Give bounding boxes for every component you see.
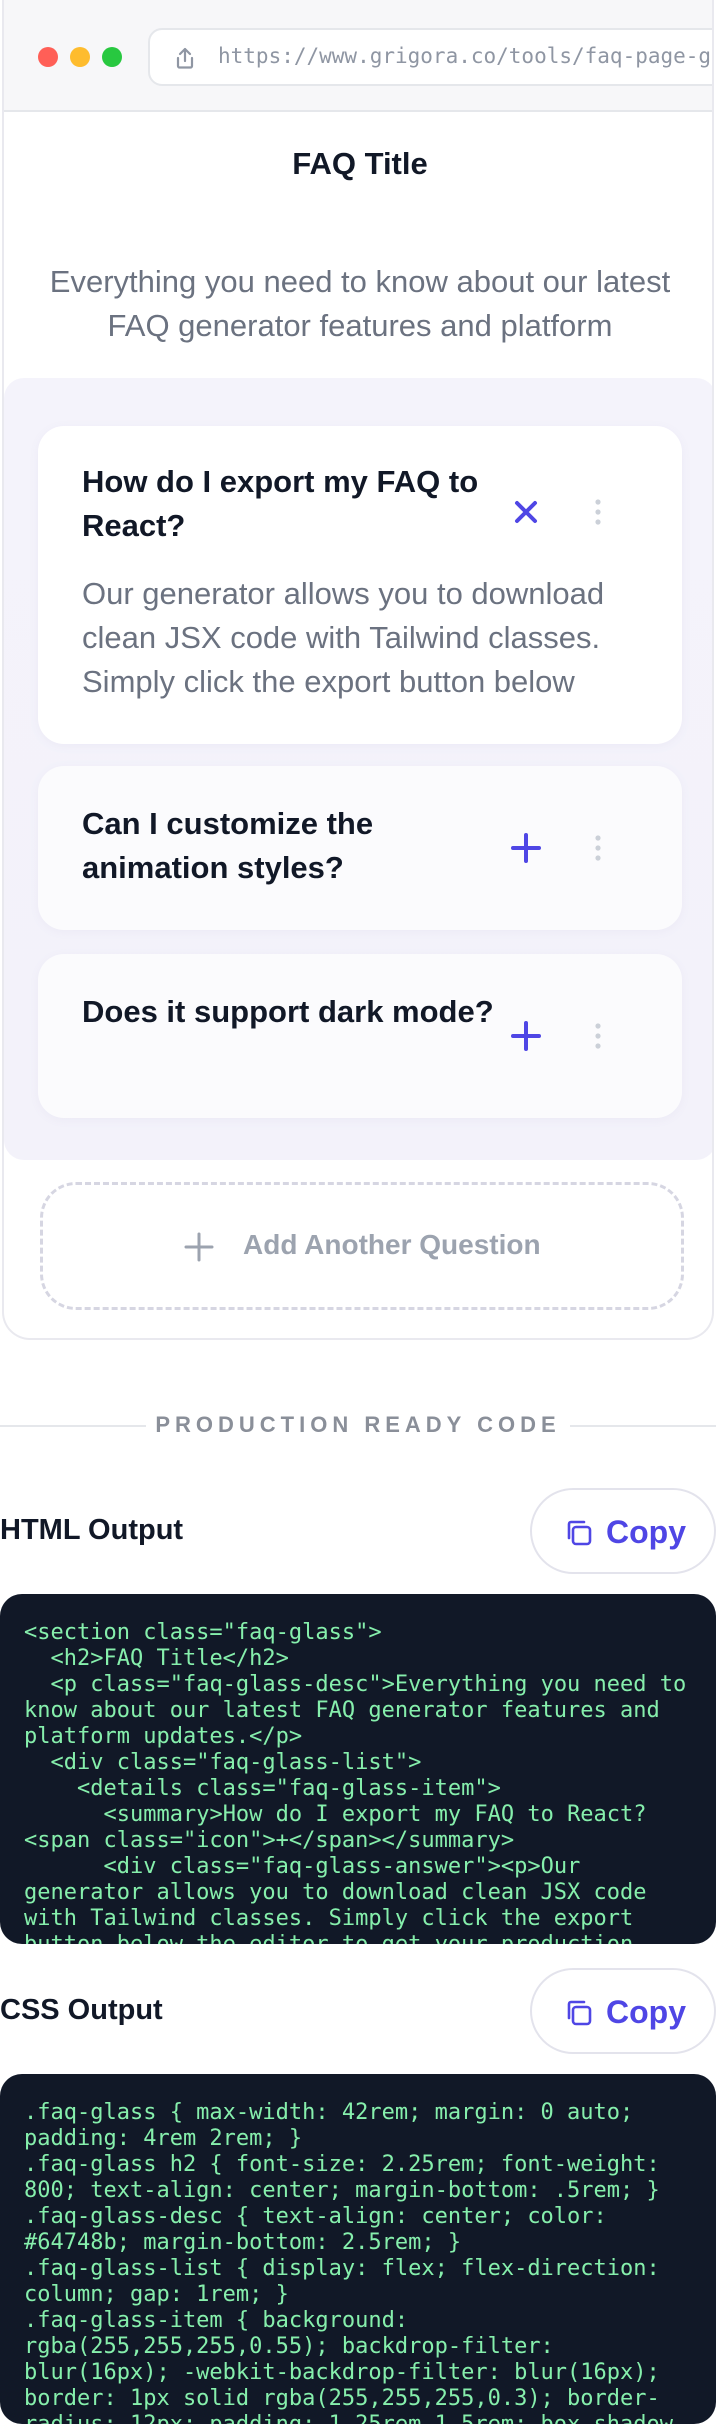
faq-question[interactable]: Can I customize the animation styles? [82,802,502,890]
html-code: <section class="faq-glass"> <h2>FAQ Titl… [24,1620,687,1944]
minimize-window-dot[interactable] [70,47,90,67]
maximize-window-dot[interactable] [102,47,122,67]
faq-description: Everything you need to know about our la… [49,264,671,343]
faq-question[interactable]: How do I export my FAQ to React? [82,460,502,548]
browser-chrome: https://www.grigora.co/tools/faq-page-ge… [4,0,712,112]
copy-label: Copy [606,1514,686,1550]
copy-icon [567,1520,592,1546]
css-code: .faq-glass { max-width: 42rem; margin: 0… [24,2100,673,2424]
plus-icon [184,1232,214,1262]
faq-item[interactable]: Does it support dark mode? [38,954,682,1118]
drag-handle-icon[interactable] [592,834,604,862]
close-icon[interactable] [508,494,544,530]
copy-html-button[interactable]: Copy [530,1488,716,1574]
address-url: https://www.grigora.co/tools/faq-page-ge… [218,44,712,68]
divider-line [570,1425,716,1427]
divider-line [0,1425,146,1427]
copy-css-button[interactable]: Copy [530,1968,716,2054]
css-code-block[interactable]: .faq-glass { max-width: 42rem; margin: 0… [0,2074,716,2424]
faq-item[interactable]: How do I export my FAQ to React? Our gen… [38,426,682,744]
faq-question[interactable]: Does it support dark mode? [82,990,502,1034]
copy-label: Copy [606,1994,686,2030]
plus-icon[interactable] [508,830,544,866]
plus-icon[interactable] [508,1018,544,1054]
copy-icon [567,2000,592,2026]
preview-frame: https://www.grigora.co/tools/faq-page-ge… [2,0,714,1340]
faq-item[interactable]: Can I customize the animation styles? [38,766,682,930]
drag-handle-icon[interactable] [592,1022,604,1050]
divider-label: PRODUCTION READY CODE [155,1412,561,1437]
html-output-heading: HTML Output [0,1514,184,1546]
faq-answer: Our generator allows you to download cle… [82,576,605,699]
share-icon [176,47,194,69]
html-code-block[interactable]: <section class="faq-glass"> <h2>FAQ Titl… [0,1594,716,1944]
faq-list: How do I export my FAQ to React? Our gen… [4,378,712,1160]
faq-title: FAQ Title [292,146,428,181]
add-question-button[interactable]: Add Another Question [40,1182,684,1310]
section-divider: PRODUCTION READY CODE [0,1408,716,1444]
drag-handle-icon[interactable] [592,498,604,526]
close-window-dot[interactable] [38,47,58,67]
css-output-heading: CSS Output [0,1994,163,2026]
add-question-label: Add Another Question [243,1229,541,1260]
address-bar[interactable]: https://www.grigora.co/tools/faq-page-ge… [148,28,712,86]
